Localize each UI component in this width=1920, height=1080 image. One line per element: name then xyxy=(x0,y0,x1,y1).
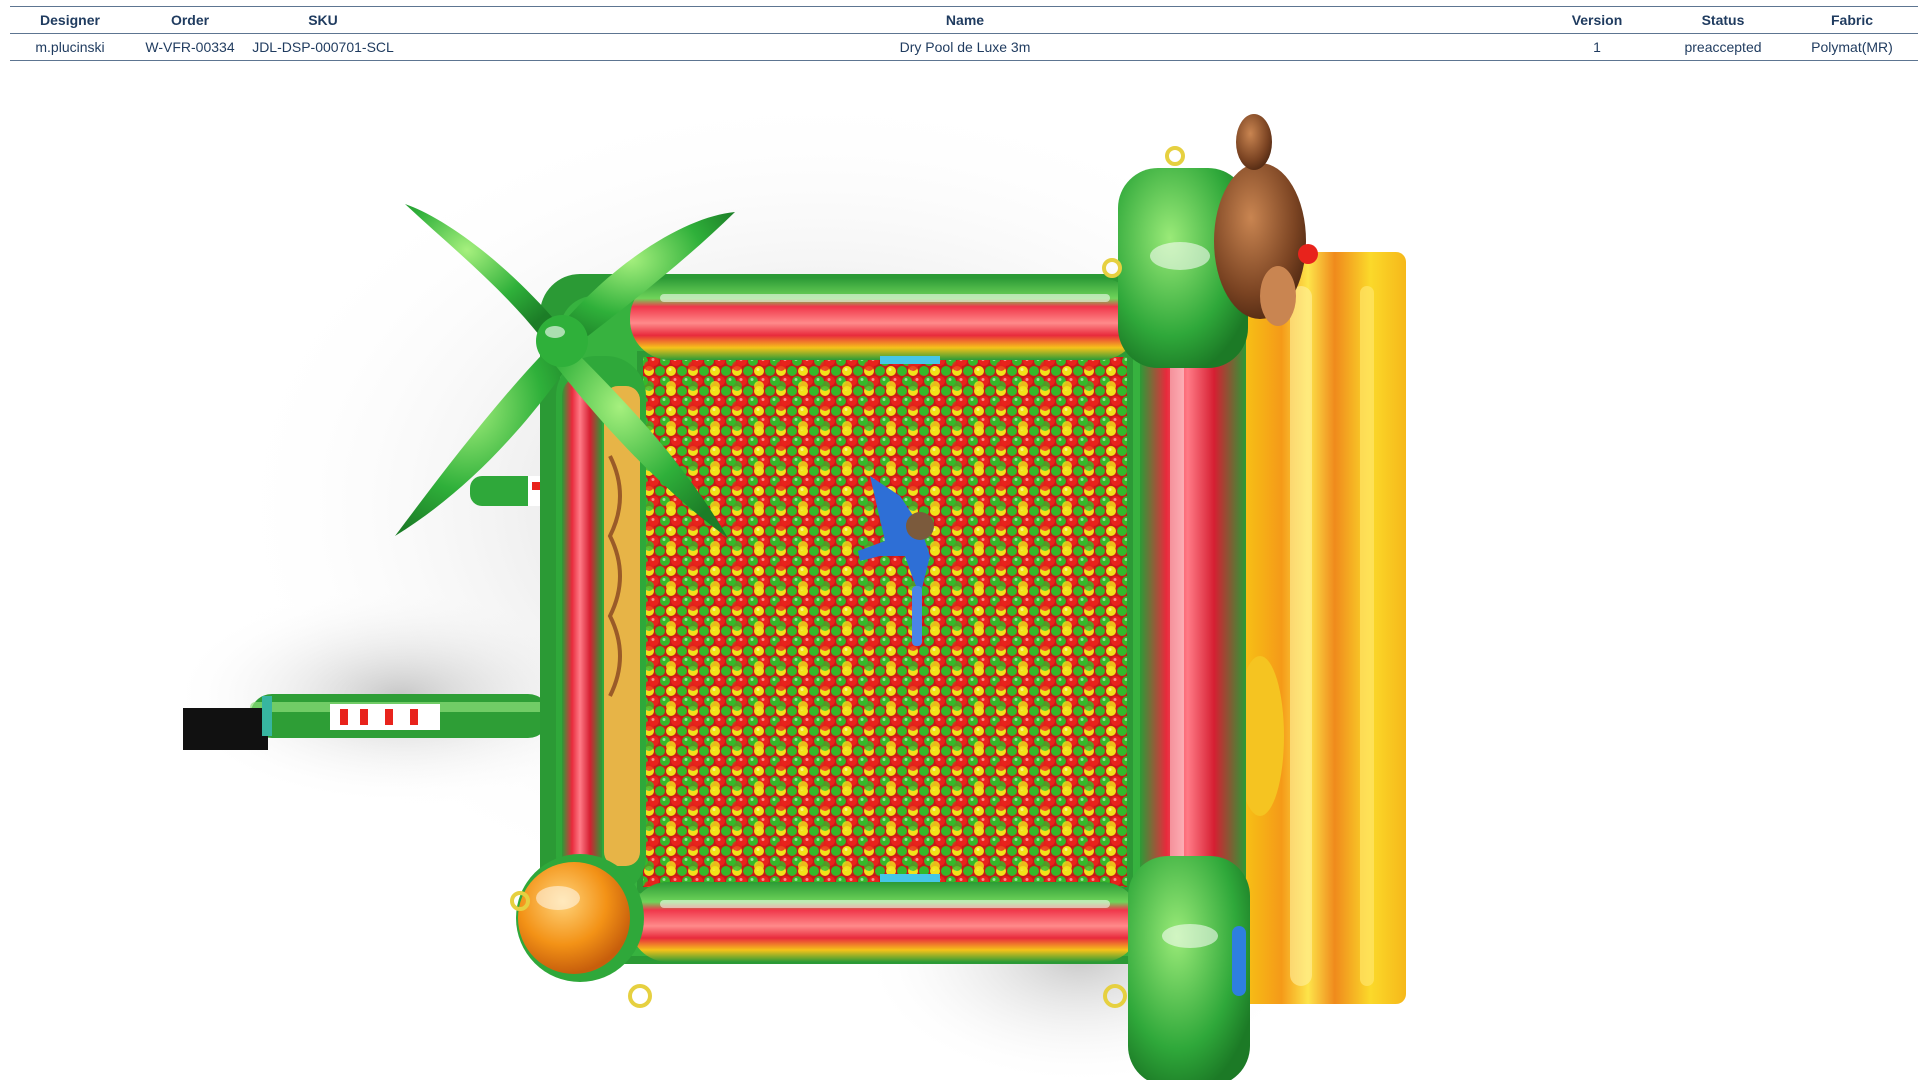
spec-table: Designer Order SKU Name Version Status F… xyxy=(10,6,1918,61)
ball-pool xyxy=(637,351,1133,893)
bottom-wall-tube xyxy=(630,874,1140,962)
col-header-version: Version xyxy=(1534,6,1660,34)
slide xyxy=(1228,252,1406,1004)
orange-corner-ball xyxy=(516,854,644,982)
col-header-fabric: Fabric xyxy=(1786,6,1918,34)
side-tube xyxy=(470,476,550,506)
col-header-designer: Designer xyxy=(10,6,130,34)
col-header-status: Status xyxy=(1660,6,1786,34)
col-header-order: Order xyxy=(130,6,250,34)
product-render xyxy=(170,86,1420,1080)
top-wall-tube xyxy=(630,278,1140,364)
spec-header-row: Designer Order SKU Name Version Status F… xyxy=(10,6,1918,34)
col-header-name: Name xyxy=(396,6,1534,34)
right-wall-tube xyxy=(1140,296,1246,916)
col-header-sku: SKU xyxy=(250,6,396,34)
